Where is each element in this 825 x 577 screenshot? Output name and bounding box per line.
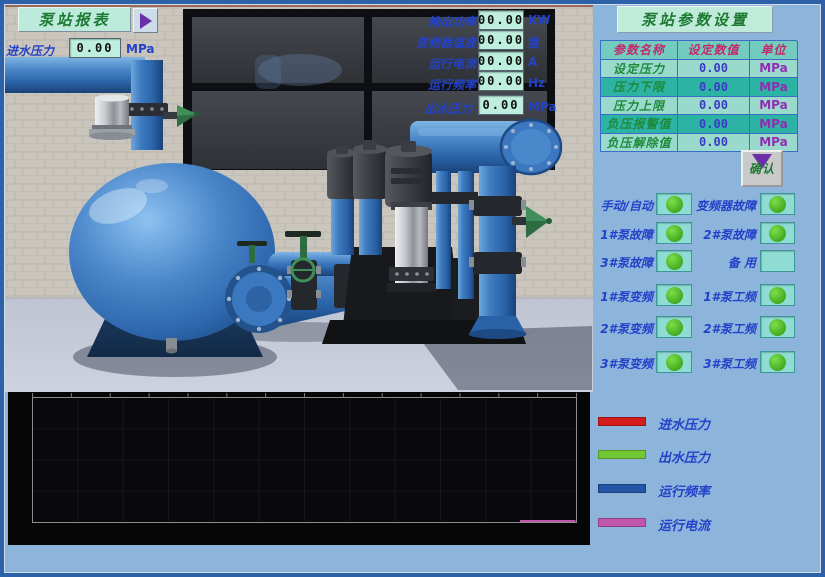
report-play-button[interactable] [133,8,158,33]
outlet-pressure-unit: MPa [528,100,557,114]
status-lamp-pump1-mains [760,284,795,306]
status-label-manual-auto: 手动/自动 [593,197,653,214]
confirm-button[interactable]: 确认 [741,150,783,187]
pump-station-hmi-screen: 泵站报表 进水压力 0.00 MPa 输出功率 变频器温度 运行电流 运行频率 … [0,0,825,577]
status-label-pump1-fault: 1#泵故障 [593,226,653,243]
param-name: 设定压力 [601,60,678,79]
param-unit: MPa [750,115,798,134]
confirm-label: 确认 [749,160,775,177]
param-value[interactable]: 0.00 [678,115,750,134]
tank-vent-cylinder [89,95,135,141]
run-frequency-value: 00.00 [478,71,524,91]
run-current-label: 运行电流 [400,55,476,72]
legend-label-run-current: 运行电流 [658,515,710,534]
status-label-pump1-vfd: 1#泵变频 [593,288,653,305]
play-icon [140,13,152,29]
inverter-temp-value: 00.00 [478,30,524,50]
param-unit: MPa [750,78,798,97]
trend-chart [8,392,590,545]
lamp-icon [769,354,786,371]
param-name: 压力下限 [601,78,678,97]
lamp-icon [666,354,683,371]
status-label-pump3-vfd: 3#泵变频 [593,355,653,372]
col-param-name: 参数名称 [601,41,678,60]
param-name: 压力上限 [601,97,678,116]
param-value[interactable]: 0.00 [678,78,750,97]
status-label-pump3-fault: 3#泵故障 [593,254,653,271]
report-button[interactable]: 泵站报表 [18,7,131,32]
col-set-value: 设定数值 [678,41,750,60]
legend-label-run-frequency: 运行频率 [658,481,710,500]
inverter-temp-label: 变频器温度 [400,34,476,51]
inverter-temp-unit: 度 [528,34,540,51]
legend-bar-inlet-pressure [598,417,646,426]
inlet-pressure-label: 进水压力 [6,42,54,59]
settings-table: 参数名称 设定数值 单位 设定压力 0.00 MPa 压力下限 0.00 MPa… [600,40,797,152]
legend-bar-outlet-pressure [598,450,646,459]
settings-panel-title: 泵站参数设置 [617,6,773,33]
lamp-icon [666,196,683,213]
output-power-unit: KW [528,13,551,27]
status-label-pump2-vfd: 2#泵变频 [593,320,653,337]
inlet-pressure-value: 0.00 [69,38,121,58]
param-unit: MPa [750,97,798,116]
param-name: 负压报警值 [601,115,678,134]
outlet-pressure-label: 出水压力 [424,100,472,117]
param-value[interactable]: 0.00 [678,60,750,79]
status-label-inverter-fault: 变频器故障 [686,197,756,214]
outlet-pressure-value: 0.00 [478,95,524,115]
output-power-value: 00.00 [478,10,524,30]
status-lamp-spare [760,250,795,272]
legend-bar-run-current [598,518,646,527]
lamp-icon [666,253,683,270]
legend-label-outlet-pressure: 出水压力 [658,447,710,466]
legend-label-inlet-pressure: 进水压力 [658,414,710,433]
lamp-icon [769,287,786,304]
lamp-icon [666,319,683,336]
lamp-icon [769,196,786,213]
status-label-pump2-mains: 2#泵工频 [686,320,756,337]
lamp-icon [769,225,786,242]
run-current-value: 00.00 [478,51,524,71]
param-unit: MPa [750,60,798,79]
status-label-pump3-mains: 3#泵工频 [686,355,756,372]
param-value[interactable]: 0.00 [678,134,750,153]
param-name: 负压解除值 [601,134,678,153]
inlet-pressure-unit: MPa [126,42,155,56]
status-lamp-pump3-mains [760,351,795,373]
status-label-spare: 备 用 [686,254,756,271]
lamp-icon [666,225,683,242]
legend-bar-run-frequency [598,484,646,493]
status-lamp-pump2-fault [760,222,795,244]
lamp-icon [666,287,683,304]
param-value[interactable]: 0.00 [678,97,750,116]
status-label-pump1-mains: 1#泵工频 [686,288,756,305]
status-label-pump2-fault: 2#泵故障 [686,226,756,243]
status-lamp-inverter-fault [760,193,795,215]
lamp-icon [769,319,786,336]
run-frequency-unit: Hz [528,76,545,90]
pump-motors [327,140,432,207]
output-power-label: 输出功率 [400,13,476,30]
run-current-unit: A [528,55,537,69]
status-lamp-pump2-mains [760,316,795,338]
run-frequency-label: 运行频率 [400,76,476,93]
col-unit: 单位 [750,41,798,60]
outlet-manifold [410,120,561,174]
